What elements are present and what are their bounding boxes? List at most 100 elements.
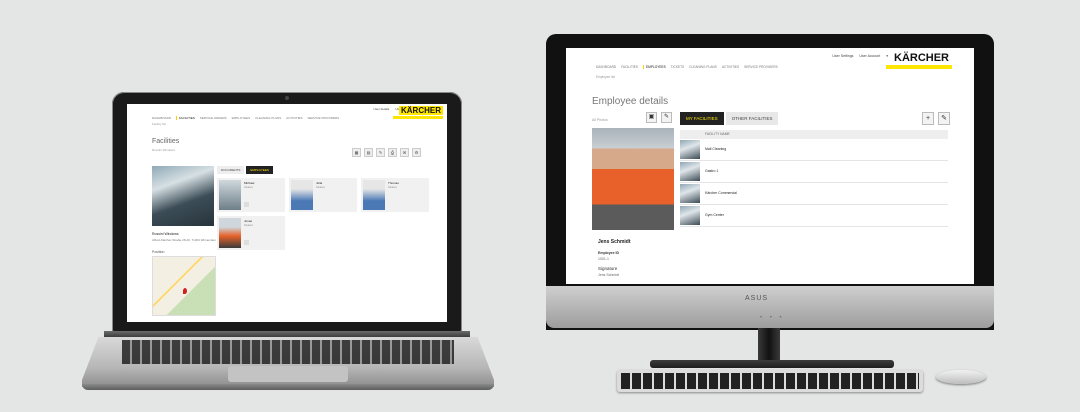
edit-icon[interactable]: ✎ [938, 112, 950, 125]
toolbar-icon-2[interactable]: ▤ [364, 148, 373, 157]
monitor-top-links: User Settings User Account ▾ [832, 54, 888, 58]
monitor-main-nav: DASHBOARD FACILITIES EMPLOYEES TICKETS C… [596, 65, 778, 69]
nav-item-activities[interactable]: ACTIVITIES [722, 65, 739, 69]
top-link-user-account[interactable]: User Account [859, 54, 880, 58]
nav-item-service-providers[interactable]: SERVICE PROVIDERS [744, 65, 778, 69]
employee-card[interactable]: Thomas Cleaner [361, 178, 429, 212]
brand-logo[interactable]: KÄRCHER [399, 106, 443, 115]
brand-accent-bar [886, 65, 952, 69]
product-photo-stage: User details User account KÄRCHER DASHBO… [0, 0, 1080, 412]
add-icon[interactable]: + [922, 112, 934, 125]
laptop-hinge [104, 331, 470, 337]
avatar [219, 180, 241, 210]
page-title: Employee details [592, 96, 669, 107]
page-title: Facilities [152, 138, 180, 145]
signature-label: Signature [598, 266, 618, 271]
employee-photo [592, 128, 674, 230]
employee-name: Michael [244, 181, 255, 185]
laptop-keyboard [122, 340, 454, 364]
monitor-tabs: MY FACILITIES OTHER FACILITIES [680, 112, 779, 125]
list-item[interactable]: Gastro 1 [680, 161, 948, 183]
avatar [291, 180, 313, 210]
photo-gallery-icon[interactable]: ▣ [646, 112, 657, 123]
employee-role: Cleaner [244, 186, 253, 189]
nav-item-dashboard[interactable]: DASHBOARD [152, 116, 171, 120]
monitor-stand-neck [758, 328, 780, 362]
employee-name: Thomas [388, 181, 399, 185]
employee-card[interactable]: Michael Cleaner [217, 178, 285, 212]
employee-card[interactable]: Julia Cleaner [289, 178, 357, 212]
facility-name: Gastro 1 [705, 169, 719, 173]
nav-item-cleaning-plans[interactable]: CLEANING PLANS [689, 65, 717, 69]
user-icon[interactable]: ▾ [886, 54, 888, 58]
employee-role: Cleaner [244, 224, 253, 227]
facility-title: Rossini Windows [152, 232, 179, 236]
facility-address: Alfred-Kärcher-Straße 28-40, 71364 Winne… [152, 238, 216, 242]
avatar [363, 180, 385, 210]
brand-accent-bar [393, 116, 443, 119]
laptop-tabs: DOCUMENTS EMPLOYEES [217, 166, 273, 174]
contact-icon[interactable] [244, 240, 249, 245]
facility-name: Mall Cleaning [705, 147, 727, 151]
employee-card[interactable]: Jonas Cleaner [217, 216, 285, 250]
facility-thumbnail [680, 162, 700, 181]
list-item[interactable]: Kärcher Commercial [680, 183, 948, 205]
facility-thumbnail [680, 140, 700, 159]
tab-employees[interactable]: EMPLOYEES [246, 166, 273, 174]
nav-item-employees[interactable]: EMPLOYEES [643, 65, 666, 69]
laptop-front-edge [82, 384, 494, 390]
facility-thumbnail [680, 206, 700, 225]
signature-value: Jens Schmidt [598, 273, 620, 277]
laptop-trackpad [228, 366, 348, 382]
webcam-icon [285, 96, 289, 100]
nav-item-cleaning-plans[interactable]: CLEANING PLANS [255, 116, 281, 120]
nav-item-facilities[interactable]: FACILITIES [176, 116, 195, 120]
breadcrumb[interactable]: Employee list [596, 75, 615, 79]
facility-name: Gym Center [705, 213, 724, 217]
nav-item-service-providers[interactable]: SERVICE PROVIDERS [308, 116, 340, 120]
toolbar-icon-4[interactable]: ⎙ [388, 148, 397, 157]
toolbar-icon-5[interactable]: ✉ [400, 148, 409, 157]
employee-role: Cleaner [316, 186, 325, 189]
nav-item-tickets[interactable]: TICKETS [671, 65, 684, 69]
employee-name: Julia [316, 181, 323, 185]
breadcrumb[interactable]: Facility list [152, 122, 166, 126]
facility-map[interactable] [152, 256, 216, 316]
desktop-keyboard-keys [621, 373, 919, 389]
nav-item-employees[interactable]: EMPLOYEES [232, 116, 251, 120]
toolbar-icon-6[interactable]: ⚙ [412, 148, 421, 157]
edit-icon[interactable]: ✎ [661, 112, 672, 123]
toolbar-icon-3[interactable]: ✎ [376, 148, 385, 157]
tab-documents[interactable]: DOCUMENTS [217, 166, 245, 174]
top-link-user-details[interactable]: User details [373, 107, 389, 111]
facility-name: Kärcher Commercial [705, 191, 737, 195]
mouse [936, 370, 986, 384]
toolbar: ▦ ▤ ✎ ⎙ ✉ ⚙ [352, 148, 421, 157]
toolbar-icon-1[interactable]: ▦ [352, 148, 361, 157]
laptop-screen: User details User account KÄRCHER DASHBO… [127, 104, 447, 322]
page-subtitle: Rossini Windows [152, 148, 175, 152]
list-header: FACILITY NAME [680, 130, 948, 139]
list-actions: + ✎ [922, 112, 950, 125]
top-link-user-settings[interactable]: User Settings [832, 54, 853, 58]
monitor-stand-foot [650, 360, 894, 368]
employee-cards: Michael Cleaner Julia Cleaner Thomas Cle… [217, 178, 429, 250]
facility-photo [152, 166, 214, 226]
facility-list: FACILITY NAME Mall Cleaning Gastro 1 Kär… [680, 130, 948, 227]
contact-icon[interactable] [244, 202, 249, 207]
nav-item-activities[interactable]: ACTIVITIES [286, 116, 302, 120]
nav-item-facilities[interactable]: FACILITIES [621, 65, 638, 69]
list-item[interactable]: Mall Cleaning [680, 139, 948, 161]
employee-name: Jonas [244, 219, 253, 223]
list-item[interactable]: Gym Center [680, 205, 948, 227]
facility-thumbnail [680, 184, 700, 203]
tab-other-facilities[interactable]: OTHER FACILITIES [725, 112, 779, 125]
map-label: Position [152, 250, 165, 254]
photo-label: All Photos [592, 118, 608, 122]
nav-item-service-orders[interactable]: SERVICE ORDERS [200, 116, 227, 120]
employee-id-value: 1001-1 [598, 257, 609, 261]
brand-logo[interactable]: KÄRCHER [891, 52, 952, 64]
tab-my-facilities[interactable]: MY FACILITIES [680, 112, 724, 125]
nav-item-dashboard[interactable]: DASHBOARD [596, 65, 616, 69]
map-pin-icon [183, 288, 187, 294]
